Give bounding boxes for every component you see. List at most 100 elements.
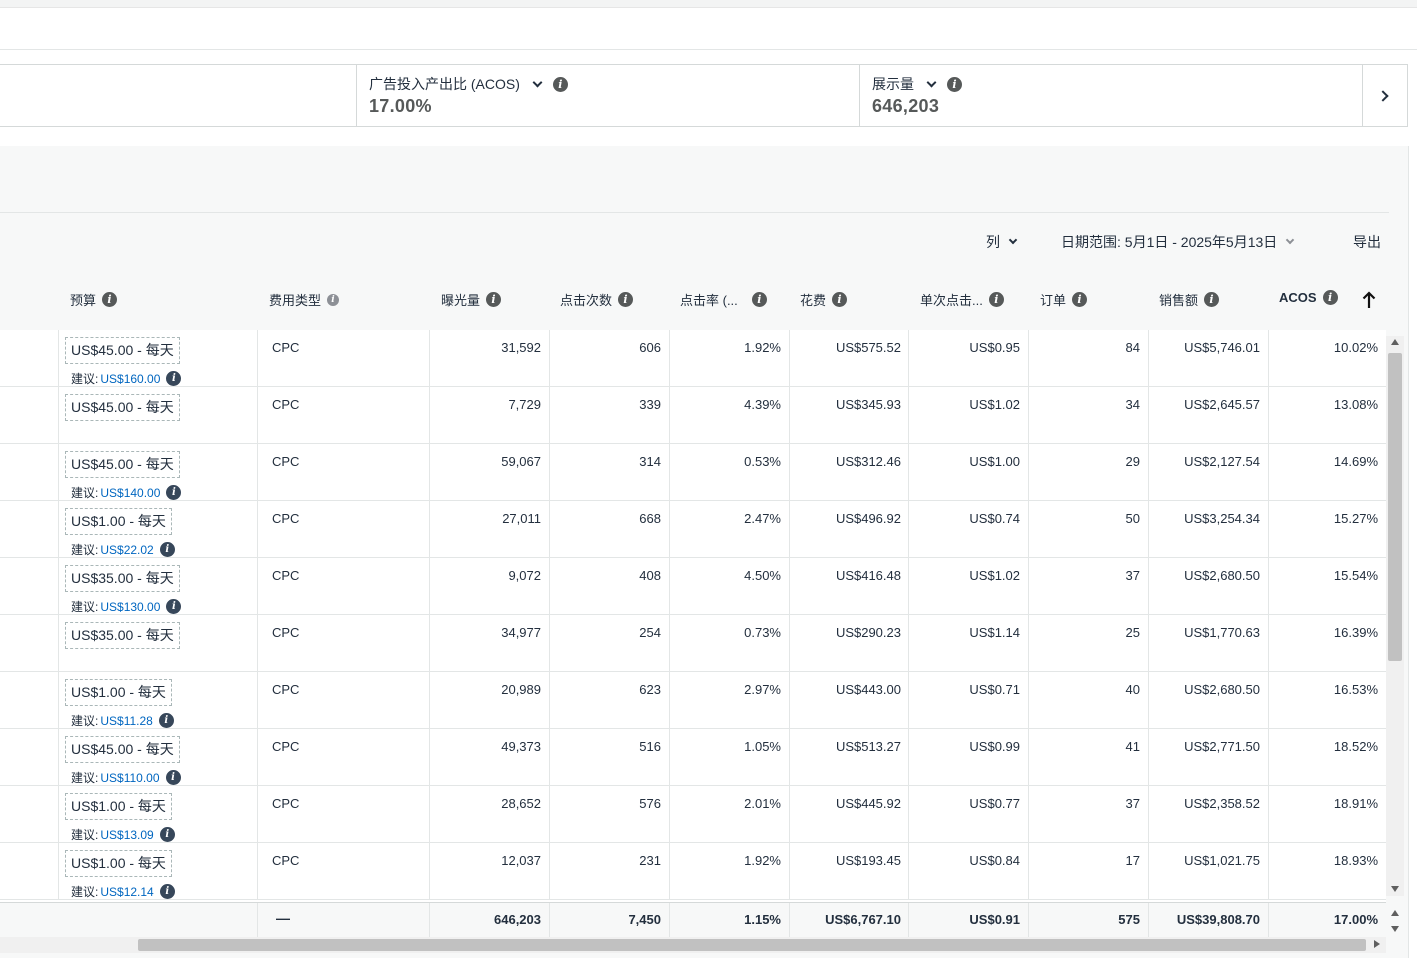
spend-value: US$496.92 — [835, 511, 901, 526]
total-cost-type: — — [276, 910, 290, 926]
sales-value: US$2,680.50 — [1184, 568, 1260, 583]
suggested-prefix: 建议: — [71, 600, 99, 614]
suggested-amount-link[interactable]: US$12.14 — [100, 885, 153, 899]
spend-value: US$575.52 — [835, 340, 901, 355]
metric-card-acos[interactable]: 广告投入产出比 (ACOS) i 17.00% — [356, 65, 859, 126]
columns-dropdown[interactable]: 列 — [986, 232, 1018, 252]
date-range-dropdown[interactable]: 日期范围: 5月1日 - 2025年5月13日 — [1061, 232, 1295, 252]
info-icon[interactable]: i — [947, 76, 962, 92]
budget-editor[interactable]: US$35.00 - 每天 — [65, 622, 180, 649]
cpc-total: US$0.91 — [969, 912, 1020, 927]
budget-editor[interactable]: US$45.00 - 每天 — [65, 736, 180, 763]
suggested-amount-link[interactable]: US$160.00 — [100, 372, 160, 386]
budget-editor[interactable]: US$35.00 - 每天 — [65, 565, 180, 592]
scroll-right-icon[interactable] — [1374, 940, 1380, 948]
info-icon[interactable]: i — [165, 770, 181, 785]
orders-value: 84 — [1125, 340, 1140, 355]
info-icon[interactable]: i — [158, 713, 174, 728]
suggested-amount-link[interactable]: US$130.00 — [100, 600, 160, 614]
clicks-total: 7,450 — [628, 912, 661, 927]
column-header-cost-type[interactable]: 费用类型 i — [269, 290, 340, 309]
info-icon[interactable]: i — [166, 485, 182, 500]
cost-type-value: CPC — [272, 796, 300, 811]
cost-type-cell: CPC — [257, 615, 429, 672]
info-icon[interactable]: i — [159, 827, 175, 842]
cpc-total-cell: US$0.91 — [908, 903, 1028, 939]
horizontal-scrollbar[interactable] — [0, 937, 1386, 953]
info-icon[interactable]: i — [102, 292, 118, 307]
metrics-next-button[interactable] — [1362, 65, 1407, 126]
totals-scrollbar[interactable] — [1386, 906, 1404, 936]
scrollbar-thumb[interactable] — [1388, 353, 1402, 661]
info-icon[interactable]: i — [1204, 292, 1220, 307]
info-icon[interactable]: i — [988, 292, 1004, 307]
budget-editor[interactable]: US$1.00 - 每天 — [65, 793, 172, 820]
metric-card-impressions[interactable]: 展示量 i 646,203 — [859, 65, 1362, 126]
spend-value: US$416.48 — [835, 568, 901, 583]
export-button[interactable]: 导出 — [1353, 232, 1381, 252]
suggested-amount-link[interactable]: US$110.00 — [100, 771, 159, 785]
column-header-budget[interactable]: 预算 i — [70, 290, 118, 309]
column-header-ctr[interactable]: 点击率 (... i — [680, 290, 767, 309]
acos-value: 15.54% — [1333, 568, 1378, 583]
column-header-impressions[interactable]: 曝光量 i — [441, 290, 502, 309]
impressions-value: 20,989 — [501, 682, 541, 697]
cpc-value: US$0.77 — [969, 796, 1020, 811]
scroll-down-icon[interactable] — [1391, 926, 1399, 932]
info-icon[interactable]: i — [159, 542, 175, 557]
vertical-scrollbar[interactable] — [1386, 336, 1404, 896]
cpc-value: US$0.74 — [969, 511, 1020, 526]
impressions-cell: 27,011 — [429, 501, 549, 558]
budget-editor[interactable]: US$1.00 - 每天 — [65, 679, 172, 706]
info-icon[interactable]: i — [1072, 292, 1088, 307]
ctr-value: 2.01% — [744, 796, 781, 811]
info-icon[interactable]: i — [618, 292, 634, 307]
info-icon[interactable]: i — [552, 76, 568, 92]
budget-editor[interactable]: US$45.00 - 每天 — [65, 451, 180, 478]
column-header-acos[interactable]: ACOS i — [1279, 290, 1338, 305]
column-header-sales[interactable]: 销售额 i — [1159, 290, 1220, 309]
clicks-value: 668 — [639, 511, 661, 526]
scroll-down-icon[interactable] — [1391, 886, 1399, 892]
suggested-amount-link[interactable]: US$13.09 — [100, 828, 153, 842]
ctr-cell: 0.53% — [669, 444, 789, 501]
clicks-cell: 576 — [549, 786, 669, 843]
info-icon[interactable]: i — [166, 599, 182, 614]
orders-cell: 84 — [1028, 330, 1148, 387]
acos-value: 16.53% — [1333, 682, 1378, 697]
budget-cell: US$45.00 - 每天 建议: US$110.00 i — [58, 729, 257, 786]
suggested-budget: 建议: US$12.14 i — [71, 883, 175, 900]
budget-editor[interactable]: US$1.00 - 每天 — [65, 508, 172, 535]
chevron-down-icon[interactable] — [926, 77, 937, 87]
scroll-up-icon[interactable] — [1391, 910, 1399, 916]
suggested-amount-link[interactable]: US$140.00 — [100, 486, 160, 500]
suggested-amount-link[interactable]: US$22.02 — [100, 543, 153, 557]
budget-editor[interactable]: US$1.00 - 每天 — [65, 850, 172, 877]
info-icon[interactable]: i — [832, 292, 848, 307]
spend-cell: US$193.45 — [789, 843, 909, 900]
chevron-down-icon[interactable] — [532, 77, 543, 87]
column-header-spend[interactable]: 花费 i — [800, 290, 848, 309]
info-icon[interactable]: i — [166, 371, 182, 386]
scrollbar-thumb[interactable] — [138, 939, 1366, 951]
column-header-cpc[interactable]: 单次点击... i — [920, 290, 1004, 309]
column-header-clicks[interactable]: 点击次数 i — [560, 290, 634, 309]
header-label: 单次点击... — [920, 293, 983, 308]
cpc-value: US$1.02 — [969, 568, 1020, 583]
suggested-amount-link[interactable]: US$11.28 — [100, 714, 152, 728]
chevron-down-icon — [1286, 235, 1295, 245]
info-icon[interactable]: i — [159, 884, 175, 899]
budget-editor[interactable]: US$45.00 - 每天 — [65, 394, 180, 421]
info-icon[interactable]: i — [1322, 290, 1338, 305]
info-icon[interactable]: i — [486, 292, 502, 307]
info-icon[interactable]: i — [751, 292, 767, 307]
ctr-value: 0.53% — [744, 454, 781, 469]
sort-ascending-icon[interactable] — [1362, 291, 1376, 309]
header-label: 订单 — [1040, 293, 1067, 308]
budget-editor[interactable]: US$45.00 - 每天 — [65, 337, 180, 364]
orders-cell: 34 — [1028, 387, 1148, 444]
scroll-up-icon[interactable] — [1391, 339, 1399, 345]
column-header-orders[interactable]: 订单 i — [1040, 290, 1088, 309]
orders-value: 37 — [1125, 568, 1140, 583]
info-icon[interactable]: i — [327, 293, 340, 306]
